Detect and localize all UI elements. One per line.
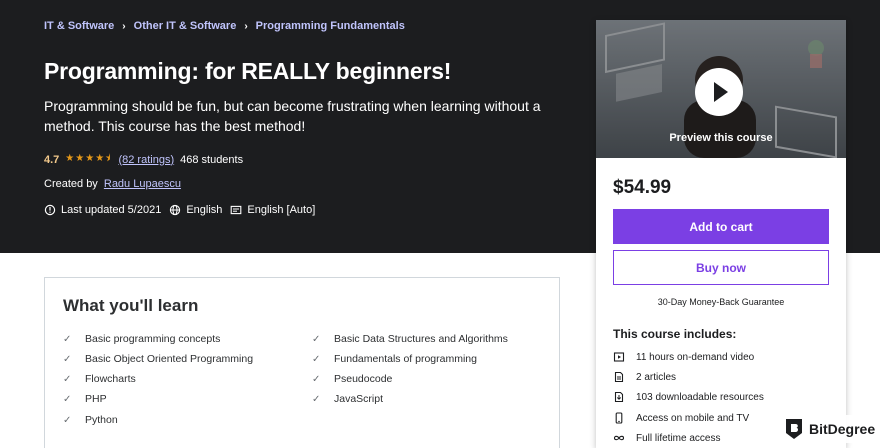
include-label: 2 articles (636, 371, 677, 383)
learn-item: ✓ Flowcharts (63, 373, 136, 385)
breadcrumb-separator: › (122, 20, 126, 32)
check-icon: ✓ (312, 353, 321, 365)
language: English (169, 204, 222, 216)
include-item: Full lifetime access (613, 432, 720, 444)
purchase-card: Preview this course $54.99 Add to cart B… (596, 20, 846, 448)
breadcrumb-programming-fundamentals[interactable]: Programming Fundamentals (256, 20, 405, 32)
learn-item-label: Basic Data Structures and Algorithms (334, 333, 508, 345)
course-preview[interactable]: Preview this course (596, 20, 846, 158)
check-icon: ✓ (63, 333, 72, 345)
created-by-label: Created by (44, 178, 98, 190)
last-updated-text: Last updated 5/2021 (61, 204, 162, 216)
learn-item: ✓ Basic programming concepts (63, 333, 220, 345)
download-icon (613, 391, 636, 403)
includes-title: This course includes: (613, 327, 737, 341)
language-text: English (186, 204, 223, 216)
learn-item: ✓ Basic Data Structures and Algorithms (312, 333, 508, 345)
rating-value: 4.7 (44, 153, 60, 166)
breadcrumb: IT & Software › Other IT & Software › Pr… (44, 20, 405, 32)
learn-item: ✓ Pseudocode (312, 373, 392, 385)
buy-now-button[interactable]: Buy now (613, 250, 829, 285)
course-title: Programming: for REALLY beginners! (44, 58, 452, 84)
captions-icon (231, 205, 242, 215)
bitdegree-watermark: BitDegree (780, 415, 880, 443)
article-icon (613, 371, 636, 383)
alert-badge-icon (44, 204, 56, 216)
learn-item: ✓ Python (63, 414, 118, 426)
learn-item-label: Flowcharts (85, 373, 136, 385)
learn-item-label: PHP (85, 393, 107, 405)
breadcrumb-other-it-software[interactable]: Other IT & Software (134, 20, 237, 32)
learn-item: ✓ Fundamentals of programming (312, 353, 477, 365)
learn-item-label: Fundamentals of programming (334, 353, 477, 365)
check-icon: ✓ (63, 373, 72, 385)
check-icon: ✓ (312, 373, 321, 385)
learn-item: ✓ JavaScript (312, 393, 383, 405)
ratings-count-link[interactable]: (82 ratings) (118, 154, 174, 166)
include-label: 11 hours on-demand video (636, 351, 755, 363)
include-item: 103 downloadable resources (613, 391, 764, 403)
play-icon[interactable] (695, 68, 743, 116)
include-label: 103 downloadable resources (636, 391, 764, 403)
created-by: Created by Radu Lupaescu (44, 178, 181, 190)
students-count: 468 students (180, 153, 244, 166)
star-rating-icon: ★★★★⯨ (65, 153, 112, 164)
check-icon: ✓ (312, 333, 321, 345)
globe-icon (170, 204, 181, 216)
check-icon: ✓ (63, 414, 72, 426)
include-item: Access on mobile and TV (613, 412, 749, 424)
course-meta: Last updated 5/2021 English English [Aut… (44, 204, 323, 216)
learn-item-label: Basic Object Oriented Programming (85, 353, 254, 365)
check-icon: ✓ (312, 393, 321, 405)
preview-label: Preview this course (669, 132, 773, 144)
captions-text: English [Auto] (247, 204, 316, 216)
video-icon (613, 351, 636, 363)
learn-item-label: Pseudocode (334, 373, 393, 385)
include-label: Access on mobile and TV (636, 412, 750, 424)
learn-item-label: Basic programming concepts (85, 333, 221, 345)
include-item: 2 articles (613, 371, 676, 383)
course-subtitle: Programming should be fun, but can becom… (44, 98, 541, 134)
learn-item-label: JavaScript (334, 393, 384, 405)
watermark-text: BitDegree (809, 421, 876, 437)
learn-item: ✓ Basic Object Oriented Programming (63, 353, 253, 365)
mobile-icon (613, 412, 636, 424)
learn-item-label: Python (85, 414, 118, 426)
infinity-icon (613, 432, 636, 444)
money-back-guarantee: 30-Day Money-Back Guarantee (657, 297, 785, 307)
learn-item: ✓ PHP (63, 393, 107, 405)
bitdegree-logo-icon (786, 419, 802, 439)
include-label: Full lifetime access (636, 432, 721, 444)
learn-title: What you'll learn (63, 296, 199, 315)
captions: English [Auto] (230, 204, 315, 216)
rating-row: 4.7 ★★★★⯨ (82 ratings) 468 students (44, 151, 243, 168)
add-to-cart-button[interactable]: Add to cart (613, 209, 829, 244)
author-link[interactable]: Radu Lupaescu (104, 178, 181, 190)
price: $54.99 (613, 177, 672, 198)
include-item: 11 hours on-demand video (613, 351, 754, 363)
check-icon: ✓ (63, 393, 72, 405)
what-youll-learn: What you'll learn ✓ Basic programming con… (44, 277, 560, 448)
check-icon: ✓ (63, 353, 72, 365)
breadcrumb-it-software[interactable]: IT & Software (44, 20, 114, 32)
last-updated: Last updated 5/2021 (44, 204, 161, 216)
breadcrumb-separator: › (244, 20, 248, 32)
